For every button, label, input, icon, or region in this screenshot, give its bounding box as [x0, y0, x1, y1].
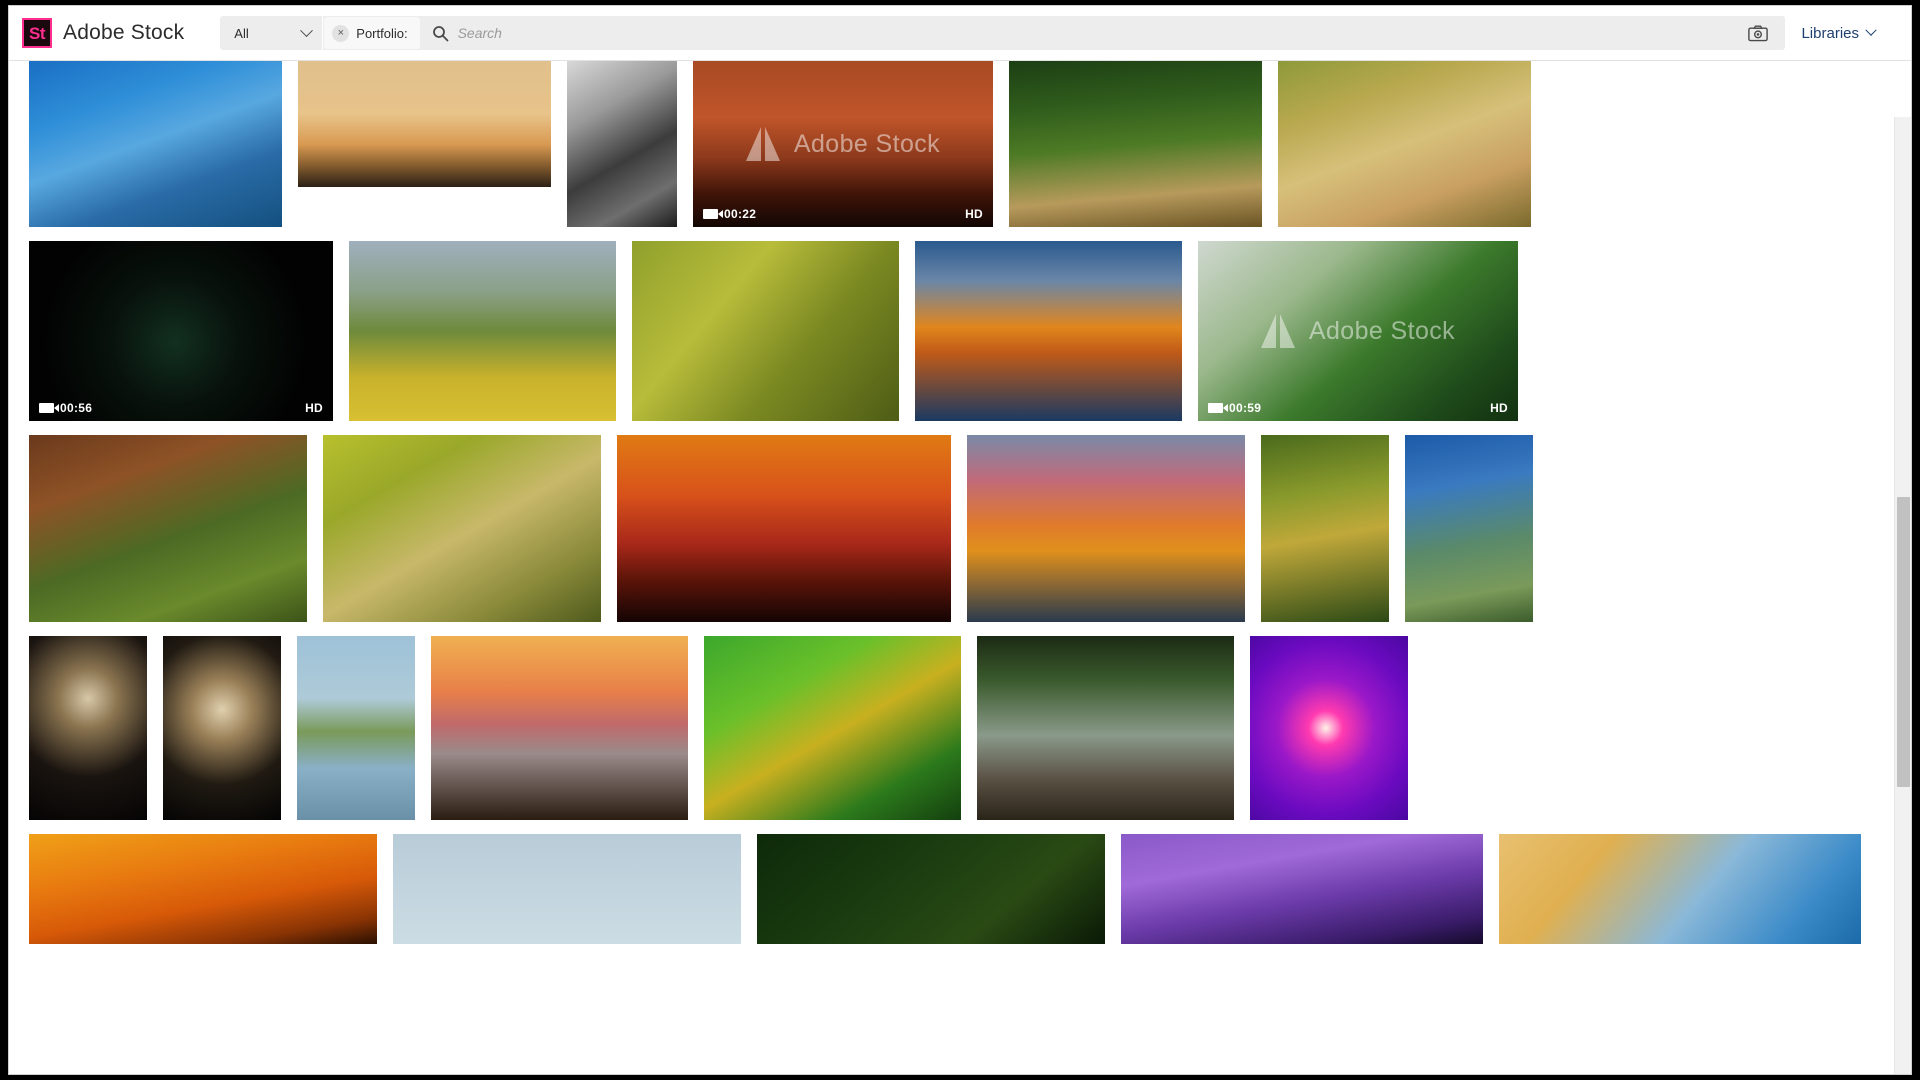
thumbnail-orange-sunset-trees[interactable]	[29, 834, 377, 944]
search-field[interactable]: × Portfolio:	[323, 16, 1786, 50]
thumbnail-purple-morning-glory-macro[interactable]	[1250, 636, 1408, 820]
thumbnail-wildfire-video[interactable]: Adobe Stock 00:22 HD	[693, 61, 993, 227]
grid-row	[9, 435, 1911, 622]
adobe-stock-logo-icon: St	[22, 18, 52, 48]
watermark-label: Adobe Stock	[1308, 316, 1456, 345]
chevron-down-icon	[1865, 24, 1877, 36]
video-duration-label: 00:22	[724, 207, 757, 221]
adobe-a-icon	[1260, 314, 1295, 348]
search-input[interactable]	[457, 17, 1739, 49]
search-bar: All × Portfolio: Search Libraries	[220, 16, 1911, 50]
thumbnail-wildfire-smoke-sunset[interactable]	[298, 61, 551, 187]
portfolio-filter-label: Portfolio:	[356, 25, 408, 41]
grid-row	[9, 834, 1911, 944]
thumbnail-conch-shells-reflection[interactable]	[163, 636, 281, 820]
results-grid: Adobe Stock 00:22 HD 00:56 HD Adobe Stock 00:5…	[9, 61, 1911, 958]
video-badge-bar: 00:56 HD	[29, 395, 333, 421]
thumbnail-purple-storm-clouds[interactable]	[1121, 834, 1483, 944]
video-camera-icon	[703, 209, 723, 219]
brand-title: Adobe Stock	[63, 21, 185, 44]
video-duration: 00:59	[1208, 401, 1261, 415]
thumbnail-snail-shell-reflection[interactable]	[29, 636, 147, 820]
thumbnail-horse-and-foal-meadow[interactable]	[29, 435, 307, 622]
asset-type-select[interactable]: All	[220, 16, 323, 50]
close-icon[interactable]: ×	[332, 24, 350, 42]
libraries-label: Libraries	[1801, 24, 1859, 42]
thumbnail-marsh-sunset-reflection[interactable]	[915, 241, 1182, 421]
video-duration: 00:56	[39, 401, 92, 415]
adobe-stock-watermark: Adobe Stock	[1198, 314, 1518, 348]
video-camera-icon	[39, 403, 59, 413]
app-header: St Adobe Stock All × Portfolio: Search L…	[9, 6, 1911, 61]
thumbnail-pale-blue-sky-bridge[interactable]	[393, 834, 741, 944]
thumbnail-photographer-silhouette-sunset[interactable]	[617, 435, 951, 622]
hd-badge: HD	[965, 207, 983, 221]
chevron-down-icon	[300, 23, 314, 37]
video-duration-label: 00:56	[60, 401, 93, 415]
grid-row	[9, 636, 1911, 820]
thumbnail-autumn-mountain-fog[interactable]	[349, 241, 616, 421]
watermark-label: Adobe Stock	[793, 129, 941, 158]
thumbnail-ferris-wheel-blue-sky[interactable]	[29, 61, 282, 227]
video-camera-icon	[1208, 403, 1228, 413]
vertical-scrollbar-thumb[interactable]	[1897, 497, 1910, 787]
thumbnail-sandhill-crane-nest[interactable]	[1278, 61, 1531, 227]
app-window: St Adobe Stock All × Portfolio: Search L…	[8, 5, 1912, 1075]
thumbnail-forest-waterfall[interactable]	[977, 636, 1234, 820]
grid-row: Adobe Stock 00:22 HD	[9, 61, 1911, 227]
thumbnail-foggy-sunrise-field[interactable]	[431, 636, 688, 820]
thumbnail-sunlit-pine-forest[interactable]	[1261, 435, 1389, 622]
search-icon	[420, 25, 458, 42]
adobe-a-icon	[745, 127, 780, 161]
thumbnail-caterpillar-leaf-video[interactable]: Adobe Stock 00:59 HD	[1198, 241, 1518, 421]
results-grid-area: Adobe Stock 00:22 HD 00:56 HD Adobe Stock 00:5…	[9, 61, 1911, 1074]
camera-icon[interactable]	[1738, 25, 1785, 42]
thumbnail-bw-tower-abstract[interactable]	[567, 61, 677, 227]
grid-row: 00:56 HD Adobe Stock 00:59 HD	[9, 241, 1911, 421]
video-badge-bar: 00:22 HD	[693, 201, 993, 227]
thumbnail-whistling-duck-reflection[interactable]	[297, 636, 415, 820]
brand-area[interactable]: St Adobe Stock	[9, 18, 184, 48]
libraries-menu[interactable]: Libraries	[1785, 25, 1897, 42]
thumbnail-cypress-trees-upward[interactable]	[1405, 435, 1533, 622]
hd-badge: HD	[1490, 401, 1508, 415]
video-duration: 00:22	[703, 207, 756, 221]
thumbnail-cardinal-red-bird[interactable]	[757, 834, 1105, 944]
portfolio-filter-chip[interactable]: × Portfolio:	[324, 17, 420, 49]
video-duration-label: 00:59	[1229, 401, 1262, 415]
video-badge-bar: 00:59 HD	[1198, 395, 1518, 421]
thumbnail-tree-frog-on-leaf[interactable]	[704, 636, 961, 820]
asset-type-label: All	[234, 25, 249, 41]
thumbnail-swamp-sunset-clouds[interactable]	[967, 435, 1245, 622]
adobe-stock-watermark: Adobe Stock	[693, 127, 993, 161]
vertical-scrollbar-track[interactable]	[1894, 117, 1911, 1074]
hd-badge: HD	[305, 401, 323, 415]
thumbnail-forest-dirt-road-tunnel[interactable]	[1009, 61, 1262, 227]
thumbnail-golden-cirrus-clouds[interactable]	[1499, 834, 1861, 944]
thumbnail-whitetail-deer-autumn[interactable]	[323, 435, 601, 622]
thumbnail-drone-light-trails-video[interactable]: 00:56 HD	[29, 241, 333, 421]
thumbnail-red-winged-blackbird-reeds[interactable]	[632, 241, 899, 421]
